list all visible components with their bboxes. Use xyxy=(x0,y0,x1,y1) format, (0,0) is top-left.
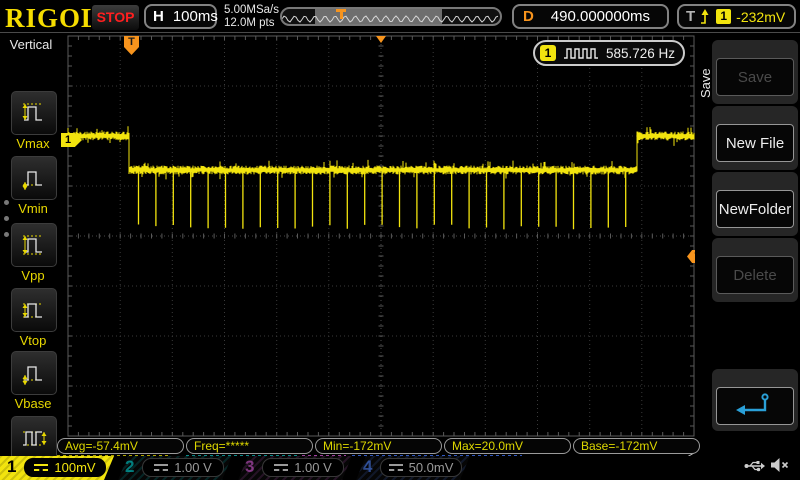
preview-waveform-icon xyxy=(282,15,499,23)
menu-group xyxy=(712,369,798,431)
counter-value: 585.726 Hz xyxy=(606,45,676,61)
counter-channel-badge: 1 xyxy=(540,45,556,61)
channel-scale-value: 50.0mV xyxy=(408,460,454,475)
dc-coupling-icon xyxy=(34,463,49,472)
measurement-3: Min=-172mV xyxy=(315,438,442,454)
menu-group: Save xyxy=(712,40,798,104)
top-bar-separator xyxy=(0,32,800,33)
menu-item-label: Vbase xyxy=(14,396,52,411)
memory-depth: 12.0M pts xyxy=(224,17,275,29)
menu-item-vmin[interactable]: Vmin xyxy=(11,156,57,216)
measurement-4: Max=20.0mV xyxy=(444,438,571,454)
dc-coupling-icon xyxy=(274,463,289,472)
channel-number: 3 xyxy=(245,457,255,476)
graticule-and-waveform xyxy=(49,34,800,458)
preview-trigger-marker-icon xyxy=(336,9,346,19)
oscilloscope-screen: { "app": {"brand": "RIGOL", "run_state":… xyxy=(0,0,800,480)
measurement-2: Freq=***** xyxy=(186,438,313,454)
menu-item-vmax[interactable]: Vmax xyxy=(11,91,57,151)
channel-scale: 100mV xyxy=(24,458,106,477)
usb-icon xyxy=(744,461,765,472)
rigol-logo: RIGOL xyxy=(5,3,101,33)
dc-coupling-icon xyxy=(388,463,403,472)
horizontal-label: H xyxy=(153,8,164,25)
vpp-icon xyxy=(22,235,43,255)
delay-reference-icon xyxy=(376,36,386,43)
channel-scale-value: 100mV xyxy=(54,460,96,475)
channel-scale: 1.00 V xyxy=(142,458,224,477)
return-arrow-icon xyxy=(736,393,769,415)
trigger-level-value: -232mV xyxy=(736,8,786,25)
vbase-icon xyxy=(22,366,43,385)
vamp-icon xyxy=(23,431,47,446)
return-button[interactable] xyxy=(716,387,794,425)
channel-4-badge[interactable]: 4 50.0mV xyxy=(356,456,470,480)
horizontal-timebase-box[interactable]: H 100ms xyxy=(144,4,218,29)
menu-page-dot xyxy=(4,200,9,205)
measurement-1: Avg=-57.4mV xyxy=(57,438,184,454)
acquisition-info: 5.00MSa/s 12.0M pts xyxy=(224,4,279,30)
channel1-zero-marker[interactable]: 1 xyxy=(61,133,82,147)
trigger-position-marker[interactable]: T xyxy=(124,36,139,55)
vmin-icon xyxy=(22,171,43,190)
speaker-muted-icon xyxy=(771,458,789,472)
channel-number: 1 xyxy=(7,457,17,476)
menu-item-label: Vmax xyxy=(16,136,50,151)
channel-3-badge[interactable]: 3 1.00 V xyxy=(238,456,352,480)
menu-page-dot xyxy=(4,216,9,221)
waveform-preview-bar[interactable] xyxy=(280,7,502,26)
menu-item-label: Vpp xyxy=(21,268,45,283)
dc-coupling-icon xyxy=(154,463,169,472)
menu-item-label: Vmin xyxy=(18,201,48,216)
channel-scale: 50.0mV xyxy=(380,458,462,477)
delay-label: D xyxy=(523,8,534,25)
left-menu-title: Vertical xyxy=(9,37,53,52)
trigger-box[interactable]: T 1 -232mV xyxy=(677,4,796,29)
timebase-value: 100ms xyxy=(172,8,218,25)
channel-scale-value: 1.00 V xyxy=(294,460,332,475)
delay-box[interactable]: D 490.000000ms xyxy=(512,4,669,29)
vtop-icon xyxy=(22,303,43,318)
top-bar: RIGOL STOP H 100ms 5.00MSa/s 12.0M pts D… xyxy=(0,0,800,33)
menu-item-vbase[interactable]: Vbase xyxy=(11,351,57,411)
new-file-button[interactable]: New File xyxy=(716,124,794,162)
vmax-icon xyxy=(22,103,43,121)
menu-page-dot xyxy=(4,232,9,237)
menu-item-label: Vtop xyxy=(19,333,47,348)
newfolder-button[interactable]: NewFolder xyxy=(716,190,794,228)
channel-number: 2 xyxy=(125,457,135,476)
menu-group: Delete xyxy=(712,238,798,302)
channel-1-badge[interactable]: 1 100mV xyxy=(0,456,114,480)
channel-number: 4 xyxy=(363,457,373,476)
delay-value: 490.000000ms xyxy=(550,8,651,25)
menu-item-vpp[interactable]: Vpp xyxy=(11,223,57,283)
trigger-source-badge: 1 xyxy=(716,9,732,24)
channel-2-badge[interactable]: 2 1.00 V xyxy=(118,456,232,480)
sample-rate: 5.00MSa/s xyxy=(224,4,279,16)
square-wave-icon xyxy=(564,48,598,59)
trigger-label: T xyxy=(686,8,696,25)
menu-group: NewFolder xyxy=(712,172,798,236)
channel-scale-value: 1.00 V xyxy=(174,460,212,475)
channel-scale: 1.00 V xyxy=(262,458,344,477)
menu-item-vtop[interactable]: Vtop xyxy=(11,288,57,348)
delete-button[interactable]: Delete xyxy=(716,256,794,294)
measurement-5: Base=-172mV xyxy=(573,438,700,454)
channel-status-bar: 1 100mV 2 1.00 V 3 1.00 V 4 50.0mV xyxy=(0,456,800,480)
right-soft-menu: Save Save New File NewFolder Delete xyxy=(695,33,800,456)
left-measure-menu: Vertical VmaxVminVppVtopVbaseVamp xyxy=(0,33,65,476)
rising-edge-icon xyxy=(701,9,709,24)
frequency-counter: 1 585.726 Hz xyxy=(533,40,685,66)
run-state-badge[interactable]: STOP xyxy=(91,4,140,31)
save-button[interactable]: Save xyxy=(716,58,794,96)
menu-group: New File xyxy=(712,106,798,170)
menu-tab-save: Save xyxy=(698,68,713,98)
